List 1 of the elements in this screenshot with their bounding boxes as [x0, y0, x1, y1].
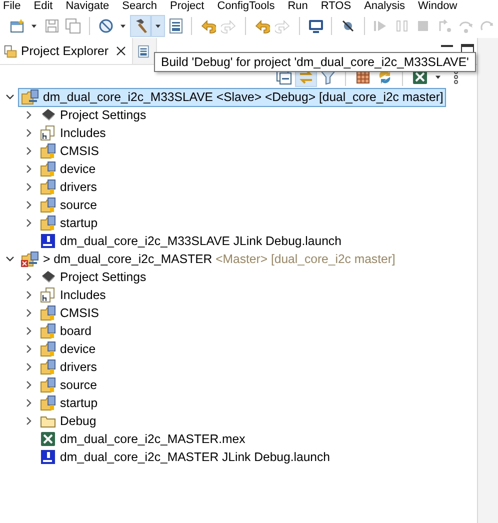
tooltip: Build 'Debug' for project 'dm_dual_core_i2c_M33SLAVE'	[154, 52, 476, 72]
